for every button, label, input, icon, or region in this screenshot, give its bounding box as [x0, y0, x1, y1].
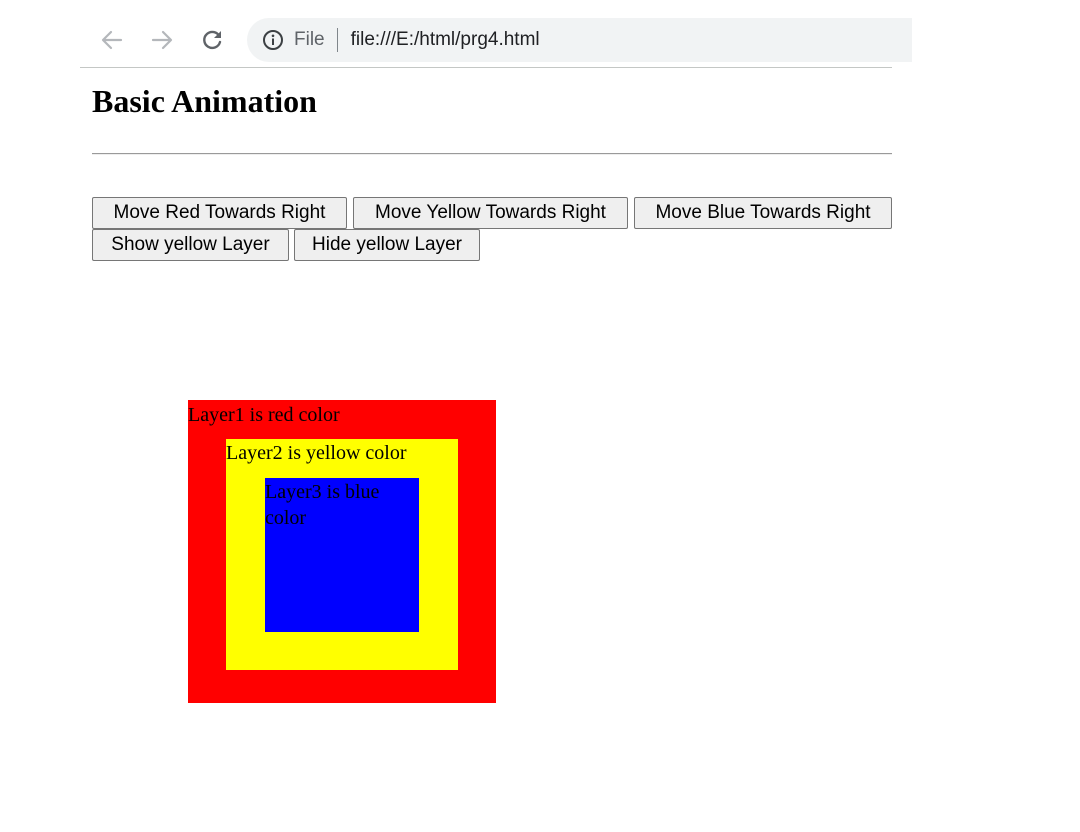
url-divider	[336, 28, 338, 52]
back-button[interactable]	[97, 25, 127, 55]
hide-yellow-layer-button[interactable]: Hide yellow Layer	[294, 229, 480, 261]
horizontal-rule	[92, 153, 892, 155]
arrow-left-icon	[101, 30, 123, 50]
site-info-chip[interactable]: File	[262, 29, 325, 51]
red-layer-label: Layer1 is red color	[188, 404, 340, 426]
arrow-right-icon	[151, 30, 173, 50]
url-text[interactable]: file:///E:/html/prg4.html	[351, 29, 540, 51]
browser-toolbar: File file:///E:/html/prg4.html	[80, 14, 912, 66]
yellow-layer-label: Layer2 is yellow color	[226, 442, 407, 464]
move-red-right-button[interactable]: Move Red Towards Right	[92, 197, 347, 229]
reload-icon	[203, 30, 222, 50]
move-blue-right-button[interactable]: Move Blue Towards Right	[634, 197, 892, 229]
reload-button[interactable]	[197, 25, 227, 55]
show-yellow-layer-button[interactable]: Show yellow Layer	[92, 229, 289, 261]
scheme-label: File	[294, 29, 325, 50]
move-yellow-right-button[interactable]: Move Yellow Towards Right	[353, 197, 628, 229]
toolbar-divider	[80, 67, 892, 68]
info-icon	[262, 29, 284, 51]
page-title: Basic Animation	[92, 83, 317, 119]
address-bar[interactable]: File file:///E:/html/prg4.html	[247, 18, 912, 62]
browser-viewport: File file:///E:/html/prg4.html Basic Ani…	[0, 0, 1080, 832]
blue-layer-label: Layer3 is blue color	[265, 481, 380, 529]
blue-layer: Layer3 is blue color	[265, 478, 419, 632]
forward-button[interactable]	[147, 25, 177, 55]
